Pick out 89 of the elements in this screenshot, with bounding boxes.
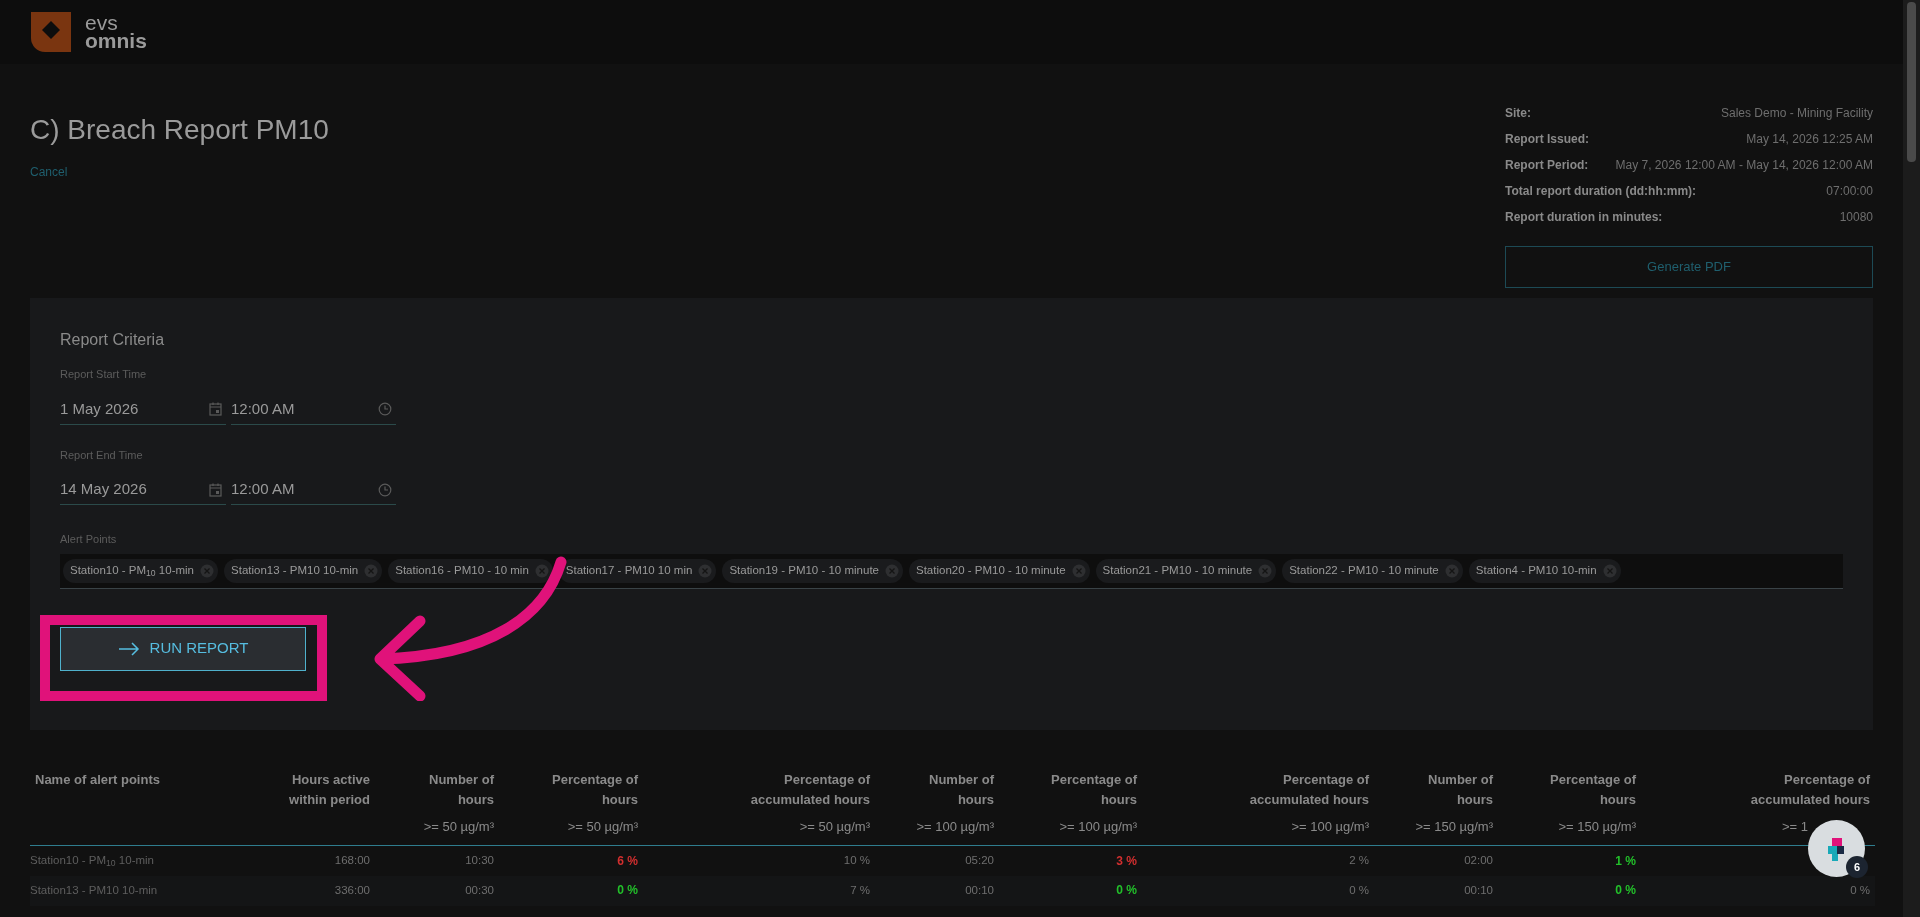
table-cell: Station13 - PM10 10-min [30, 875, 230, 906]
info-label: Report duration in minutes: [1505, 209, 1663, 226]
percentage-value: 0 % [1116, 883, 1137, 898]
table-cell: 336:00 [230, 875, 375, 906]
column-header: Number of hours [928, 771, 994, 809]
table-cell: 00:10 [1374, 875, 1498, 906]
alert-point-chip[interactable]: Station21 - PM10 - 10 minute [1095, 558, 1277, 583]
alert-points-field[interactable] [60, 553, 1843, 589]
logo-text: evs [85, 14, 118, 32]
info-value: 07:00:00 [1826, 183, 1873, 200]
table-cell: 10 % [643, 845, 875, 876]
unit-label: >= 150 µg/m³ [1414, 818, 1493, 836]
calendar-icon [209, 482, 222, 497]
arrow-right-icon [117, 641, 140, 656]
unit-label: >= 100 µg/m³ [1290, 818, 1369, 836]
table-cell: 2 % [1142, 845, 1374, 876]
close-icon[interactable] [1071, 563, 1086, 578]
table-cell: 05:20 [875, 845, 999, 876]
table-cell: Station10 - PM$_{10}$ 10-min [30, 845, 230, 876]
time-field[interactable]: 12:00 AM [231, 394, 396, 425]
column-header: Percentage of hours [1050, 771, 1137, 809]
table-cell: 10:30 [375, 845, 499, 876]
field-label: Alert Points [60, 532, 118, 547]
scrollbar[interactable] [1903, 0, 1920, 917]
close-icon[interactable] [885, 563, 899, 578]
close-icon[interactable] [1258, 563, 1273, 578]
column-header: Percentage of hours [1549, 771, 1636, 809]
date-field[interactable]: 1 May 2026 [60, 394, 226, 425]
info-label: Report Period: [1505, 157, 1589, 174]
unit-label: >= 1 [1780, 818, 1809, 836]
clock-icon [378, 482, 392, 497]
column-header: Percentage of accumulated hours [1248, 771, 1369, 809]
table-cell: 0 % [1641, 875, 1875, 906]
calendar-icon [209, 402, 222, 416]
info-value: Sales Demo - Mining Facility [1720, 105, 1873, 122]
info-label: Total report duration (dd:hh:mm): [1505, 183, 1697, 200]
table-cell: 02:00 [1374, 845, 1498, 876]
unit-label: >= 50 µg/m³ [566, 818, 638, 836]
column-header: Number of hours [1427, 771, 1493, 809]
alert-point-chip[interactable]: Station16 - PM10 - 10 min [388, 558, 553, 583]
unit-label: >= 150 µg/m³ [1557, 818, 1636, 836]
info-value: May 7, 2026 12:00 AM - May 14, 2026 12:00 AM [1615, 157, 1873, 174]
column-header: Percentage of accumulated hours [749, 771, 870, 809]
close-icon[interactable] [200, 563, 214, 578]
close-icon[interactable] [1602, 563, 1617, 578]
column-header: Percentage of accumulated hours [1749, 771, 1870, 809]
column-header: Percentage of hours [551, 771, 638, 809]
percentage-value: 3 % [1116, 853, 1137, 868]
clock-icon [378, 402, 392, 416]
date-field[interactable]: 14 May 2026 [60, 475, 226, 505]
info-label: Site: [1505, 105, 1531, 122]
unit-label: >= 50 µg/m³ [798, 818, 870, 836]
column-header: Number of hours [428, 771, 494, 809]
time-field[interactable]: 12:00 AM [231, 475, 396, 505]
field-label: Report Start Time [60, 367, 148, 382]
alert-point-chip[interactable]: Station10 - PM$_{10}$ 10-min [63, 558, 218, 583]
close-icon[interactable] [534, 563, 549, 578]
info-label: Report Issued: [1505, 131, 1589, 148]
section-heading: Report Criteria [60, 330, 166, 350]
unit-label: >= 100 µg/m³ [1058, 818, 1137, 836]
page-title: C) Breach Report PM10 [30, 113, 329, 147]
alert-point-chip[interactable]: Station4 - PM10 10-min [1468, 558, 1621, 583]
table-cell: 00:30 [375, 875, 499, 906]
alert-point-chip[interactable]: Station13 - PM10 10-min [224, 558, 383, 583]
table-cell: 168:00 [230, 845, 375, 876]
run-report-button[interactable]: RUN REPORT [60, 626, 306, 671]
close-icon[interactable] [698, 563, 713, 578]
logo-text: omnis [85, 32, 147, 50]
close-icon[interactable] [1444, 563, 1459, 578]
column-header: Hours active within period [288, 771, 370, 809]
table-cell: 7 % [643, 875, 875, 906]
percentage-value: 1 % [1615, 853, 1636, 868]
alert-point-chip[interactable]: Station20 - PM10 - 10 minute [909, 558, 1090, 583]
column-header: Name of alert points [35, 771, 161, 789]
percentage-value: 0 % [1615, 883, 1636, 898]
logo-icon [31, 12, 71, 52]
table-cell: 00:10 [875, 875, 999, 906]
percentage-value: 0 % [617, 883, 638, 898]
unit-label: >= 100 µg/m³ [915, 818, 994, 836]
alert-point-chip[interactable]: Station22 - PM10 - 10 minute [1282, 558, 1463, 583]
info-value: 10080 [1839, 209, 1873, 226]
table-cell: 0 % [1142, 875, 1374, 906]
unit-label: >= 50 µg/m³ [422, 818, 494, 836]
field-label: Report End Time [60, 447, 144, 463]
percentage-value: 6 % [617, 853, 638, 868]
close-icon[interactable] [364, 563, 379, 578]
help-badge[interactable] [1808, 820, 1865, 877]
info-value: May 14, 2026 12:25 AM [1746, 131, 1873, 148]
alert-point-chip[interactable]: Station19 - PM10 - 10 minute [722, 558, 903, 583]
